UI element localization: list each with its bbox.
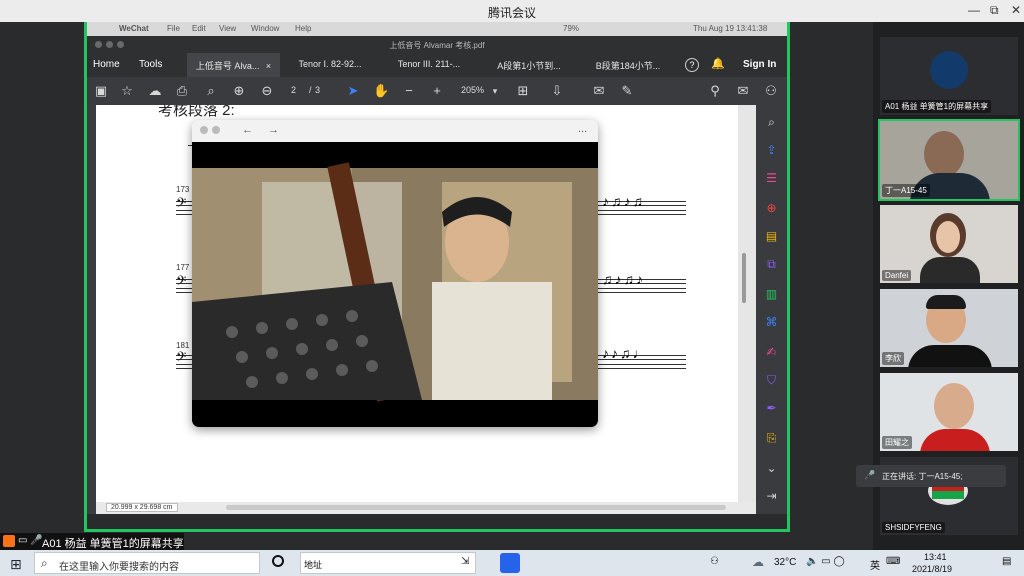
minimize-button[interactable]: — <box>968 3 980 17</box>
participant-name: Danfei <box>882 270 912 281</box>
participant-name: 丁一A15-45 <box>882 184 930 197</box>
address-toolbar[interactable]: 地址 ⇲ <box>300 552 476 574</box>
people-icon[interactable]: ⚇ <box>710 556 719 567</box>
participant-shirt <box>920 257 980 283</box>
video-min-dot[interactable] <box>212 126 220 134</box>
avatar <box>930 51 968 89</box>
app-titlebar: 腾讯会议 — ⧉ ✕ <box>0 0 1024 22</box>
speaking-indicator: 🎤 正在讲话: 丁一A15-45; <box>856 465 1006 487</box>
participant-name: 李欣 <box>882 352 904 365</box>
address-label: 地址 <box>304 560 323 570</box>
participant-tile[interactable]: Danfei <box>880 205 1018 283</box>
participant-tile-share[interactable]: A01 杨益 单簧管1的屏幕共享 <box>880 37 1018 115</box>
mic-icon: 🎤 <box>30 535 43 546</box>
video-scene-image <box>192 162 598 402</box>
participant-face <box>936 221 960 253</box>
screen-icon: ▭ <box>18 535 28 546</box>
more-options-icon[interactable]: ... <box>578 123 587 135</box>
temperature[interactable]: 32°C <box>774 557 796 568</box>
participant-name: SHSIDFYFENG <box>882 522 945 533</box>
share-label-bar: ▭ 🎤 A01 杨益 单簧管1的屏幕共享 <box>0 533 184 550</box>
participant-shirt <box>908 345 992 367</box>
search-icon: ⌕ <box>41 556 48 570</box>
participant-face <box>924 131 964 177</box>
participant-tile[interactable]: 田耀之 <box>880 373 1018 451</box>
clock-time[interactable]: 13:41 <box>924 552 947 562</box>
go-icon[interactable]: ⇲ <box>461 556 469 567</box>
participant-tile-speaker[interactable]: 丁一A15-45 <box>878 119 1020 201</box>
app-title: 腾讯会议 <box>487 6 536 20</box>
restore-button[interactable]: ⧉ <box>990 3 999 18</box>
ime-indicator[interactable]: 英 <box>870 557 880 572</box>
clock-date[interactable]: 2021/8/19 <box>912 564 952 574</box>
video-titlebar: ← → ... <box>192 120 598 142</box>
share-label-text: A01 杨益 单簧管1的屏幕共享 <box>42 538 184 550</box>
mic-icon: 🎤 <box>864 470 876 480</box>
windows-start-icon[interactable]: ⊞ <box>10 556 22 573</box>
participant-name: A01 杨益 单簧管1的屏幕共享 <box>882 100 992 113</box>
video-close-dot[interactable] <box>200 126 208 134</box>
weather-icon: ☁ <box>752 555 764 569</box>
taskbar-search[interactable]: ⌕ 在这里输入你要搜索的内容 <box>34 552 260 574</box>
participant-name: 田耀之 <box>882 436 912 449</box>
search-placeholder: 在这里输入你要搜索的内容 <box>59 562 179 573</box>
windows-taskbar: ⊞ ⌕ 在这里输入你要搜索的内容 地址 ⇲ ⚇ ☁ 32°C 🔈 ▭ ◯ 英 ⌨… <box>0 550 1024 576</box>
share-user-icon <box>3 535 15 547</box>
video-popup-window[interactable]: ← → ... <box>192 120 598 427</box>
back-arrow-icon[interactable]: ← <box>242 124 253 136</box>
tencent-meeting-taskbar-icon[interactable] <box>500 553 520 573</box>
close-button[interactable]: ✕ <box>1011 3 1021 17</box>
input-method-icon[interactable]: ⌨ <box>886 556 900 567</box>
speaking-text: 正在讲话: 丁一A15-45; <box>882 472 963 481</box>
tray-icons[interactable]: 🔈 ▭ ◯ <box>806 556 845 567</box>
notification-icon[interactable]: ▤ <box>1002 556 1011 567</box>
left-panel <box>0 22 91 550</box>
participant-tile[interactable]: 李欣 <box>880 289 1018 367</box>
participant-face <box>934 383 974 429</box>
video-frame[interactable] <box>192 142 598 427</box>
cortana-icon[interactable] <box>272 555 284 567</box>
avatar-stripe <box>932 491 964 499</box>
participant-hair <box>926 295 966 309</box>
forward-arrow-icon[interactable]: → <box>268 124 279 136</box>
